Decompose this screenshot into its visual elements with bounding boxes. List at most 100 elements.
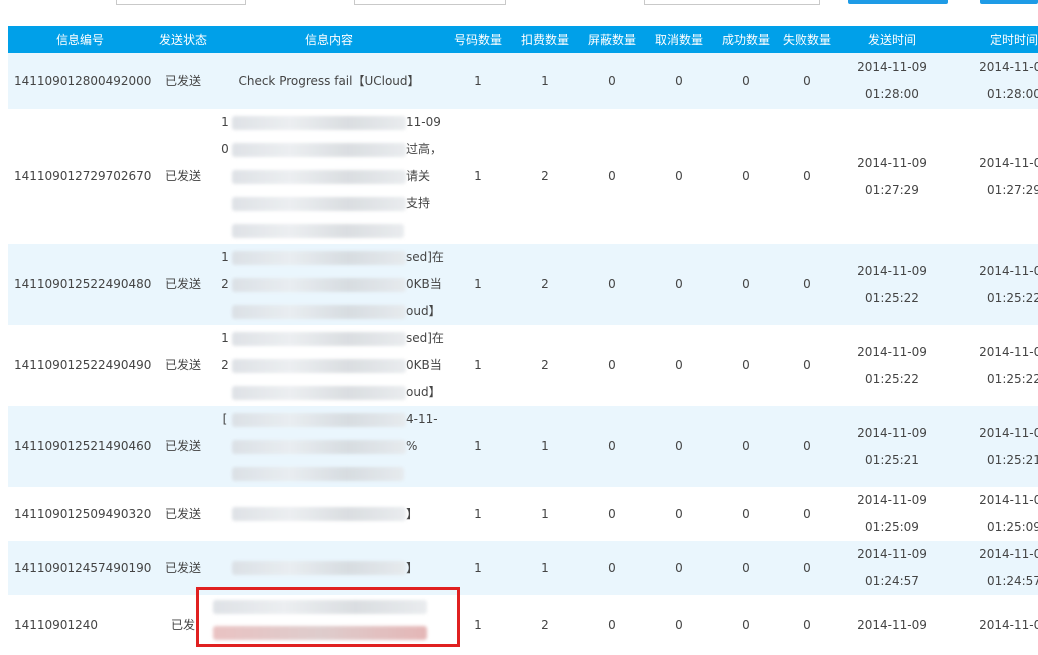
charged-count: 1 [512,487,578,541]
clock-text: 01:28:00 [865,87,919,101]
content-fragment: sed]在 [406,250,444,264]
column-charged-header[interactable]: 扣费数量 [512,26,578,53]
column-sched-time-header[interactable]: 定时时间 [950,26,1038,53]
filter-input-left[interactable] [116,0,246,5]
success-count: 0 [712,53,780,109]
table-row[interactable]: 1411090127297026701 已发送 1 11-09 0 过高， 请关 支持 1 2 0 0… [8,109,1038,244]
failed-count: 0 [780,109,834,244]
redacted-content [232,223,404,238]
message-content: 1 sed]在 2 0KB当 oud】 [214,244,444,325]
clock-text: 01:25:22 [987,290,1038,305]
success-count: 0 [712,595,780,655]
date-text: 2014-11-09 [979,263,1038,278]
blocked-count: 0 [578,244,646,325]
column-status-header[interactable]: 发送状态 [152,26,214,53]
column-failed-header[interactable]: 失败数量 [780,26,834,53]
charged-count: 1 [512,406,578,487]
redacted-content [232,115,406,130]
blocked-count: 0 [578,325,646,406]
charged-count: 2 [512,109,578,244]
table-row[interactable]: 1411090124574901903 已发送】 1 1 0 0 0 0 2014-11-09 0… [8,541,1038,595]
clock-text: 01:25:09 [865,520,919,534]
send-time: 2014-11-09 01:25:21 [834,406,950,487]
content-fragment: 0KB当 [406,277,442,291]
content-line: 支持 [218,190,444,217]
content-fragment: sed]在 [406,331,444,345]
clock-text: 01:25:21 [987,452,1038,467]
scheduled-time: 2014-11-09 01:25:21 [950,406,1038,487]
cancelled-count: 0 [646,109,712,244]
charged-count: 2 [512,244,578,325]
clock-text: 01:24:57 [865,574,919,588]
content-fragment: 0 [221,142,229,156]
content-fragment: 0KB当 [406,358,442,372]
send-time: 2014-11-09 01:25:09 [834,487,950,541]
content-line: [4-11- [218,406,444,433]
send-time: 2014-11-09 01:25:22 [834,244,950,325]
column-success-header[interactable]: 成功数量 [712,26,780,53]
content-fragment: 1 [221,331,229,345]
content-fragment: % [406,439,418,453]
message-id: 1411090127297026701 [8,109,152,244]
content-fragment: 】 [406,506,419,521]
table-row[interactable]: 1411090125224904903 已发送 1 sed]在 2 0KB当 oud】 1 2 0… [8,325,1038,406]
content-line: oud】 [218,379,444,406]
message-id: 1411090124574901903 [8,541,152,595]
number-count: 1 [444,325,512,406]
content-fragment: 1 [221,115,229,129]
number-count: 1 [444,244,512,325]
column-id-header[interactable]: 信息编号 [8,26,152,53]
column-blocked-header[interactable]: 屏蔽数量 [578,26,646,53]
table-row[interactable]: 1411090125224904803 已发送 1 sed]在 2 0KB当 oud】 1 2 0… [8,244,1038,325]
content-fragment: 11-09 [406,115,441,129]
table-row[interactable]: 1411090128004920003 已发送 Check Progress fai… [8,53,1038,109]
content-line: 1 sed]在 [218,244,444,271]
table-header-row: 信息编号 发送状态 信息内容 号码数量 扣费数量 屏蔽数量 取消数量 成功数量 失败数量 发送时间… [8,26,1038,53]
content-line: 2 0KB当 [218,352,444,379]
number-count: 1 [444,406,512,487]
send-status: 已发送 [152,53,214,109]
table-row[interactable]: 1411090125094903203 已发送】 1 1 0 0 0 0 2014-11-09 0… [8,487,1038,541]
redacted-content [232,142,406,157]
content-fragment: 2 [221,277,229,291]
search-button[interactable] [848,0,948,4]
scheduled-time: 2014-11-09 01:25:22 [950,325,1038,406]
filter-bar [0,0,1038,26]
failed-count: 0 [780,53,834,109]
number-count: 1 [444,109,512,244]
filter-input-right[interactable] [644,0,820,5]
clock-text: 01:25:22 [865,371,919,386]
scheduled-time: 2014-11-09 01:27:29 [950,109,1038,244]
message-table: 信息编号 发送状态 信息内容 号码数量 扣费数量 屏蔽数量 取消数量 成功数量 失败数量 发送时间… [8,26,1038,655]
blocked-count: 0 [578,595,646,655]
redacted-content [213,600,427,614]
send-time: 2014-11-09 01:28:00 [834,53,950,109]
column-send-time-header[interactable]: 发送时间 [834,26,950,53]
message-content: 1 11-09 0 过高， 请关 支持 [214,109,444,244]
date-text: 2014-11-09 [979,60,1038,74]
date-text: 2014-11-09 [857,425,927,440]
redacted-content [232,250,406,265]
success-count: 0 [712,541,780,595]
date-text: 2014-11-09 [979,344,1038,359]
redacted-content [232,304,406,319]
blocked-count: 0 [578,53,646,109]
export-button[interactable] [980,0,1038,4]
table-row[interactable]: 14110901240已发1200002014-11-092014-11-09 [8,595,1038,655]
scheduled-time: 2014-11-09 01:25:22 [950,244,1038,325]
column-numbers-header[interactable]: 号码数量 [444,26,512,53]
content-line [218,460,444,487]
content-line: 0 过高， [218,136,444,163]
content-fragment: oud】 [406,304,441,318]
filter-input-middle[interactable] [354,0,506,5]
column-content-header[interactable]: 信息内容 [214,26,444,53]
cancelled-count: 0 [646,244,712,325]
redacted-content [232,507,406,521]
content-line [218,217,444,244]
redacted-content [232,277,406,292]
table-row[interactable]: 1411090125214904603 已发送[4-11-% 1 1 0 0 0 0 2014-… [8,406,1038,487]
date-text: 2014-11-09 [979,425,1038,440]
column-cancelled-header[interactable]: 取消数量 [646,26,712,53]
content-fragment: 4-11- [406,412,438,426]
message-content: Check Progress fail【UCloud】 [214,53,444,109]
